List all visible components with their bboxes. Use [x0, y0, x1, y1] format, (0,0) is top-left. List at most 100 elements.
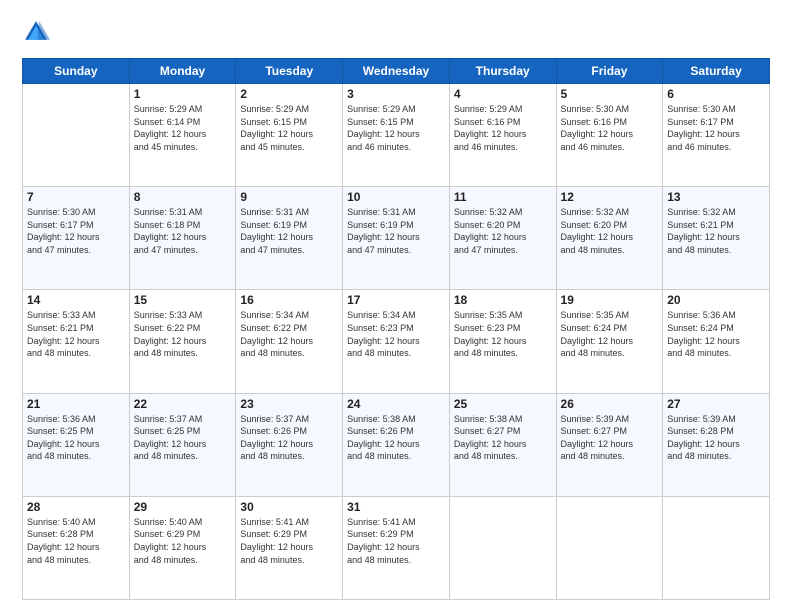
day-number: 17: [347, 293, 445, 307]
day-number: 3: [347, 87, 445, 101]
calendar-cell: 6 Sunrise: 5:30 AM Sunset: 6:17 PM Daylig…: [663, 84, 770, 187]
calendar-header-wednesday: Wednesday: [343, 59, 450, 84]
calendar-cell: 20 Sunrise: 5:36 AM Sunset: 6:24 PM Dayli…: [663, 290, 770, 393]
day-info: Sunrise: 5:32 AM Sunset: 6:21 PM Dayligh…: [667, 206, 765, 256]
day-info: Sunrise: 5:35 AM Sunset: 6:23 PM Dayligh…: [454, 309, 552, 359]
day-info: Sunrise: 5:33 AM Sunset: 6:21 PM Dayligh…: [27, 309, 125, 359]
day-info: Sunrise: 5:39 AM Sunset: 6:28 PM Dayligh…: [667, 413, 765, 463]
calendar-week-row: 21Sunrise: 5:36 AM Sunset: 6:25 PM Dayli…: [23, 393, 770, 496]
calendar-cell: 2 Sunrise: 5:29 AM Sunset: 6:15 PM Daylig…: [236, 84, 343, 187]
day-number: 18: [454, 293, 552, 307]
calendar-cell: 16 Sunrise: 5:34 AM Sunset: 6:22 PM Dayli…: [236, 290, 343, 393]
calendar-cell: 24 Sunrise: 5:38 AM Sunset: 6:26 PM Dayli…: [343, 393, 450, 496]
calendar-cell: [663, 496, 770, 599]
calendar-cell: 10Sunrise: 5:31 AM Sunset: 6:19 PM Dayli…: [343, 187, 450, 290]
calendar-cell: 9 Sunrise: 5:31 AM Sunset: 6:19 PM Daylig…: [236, 187, 343, 290]
day-number: 6: [667, 87, 765, 101]
calendar-table: SundayMondayTuesdayWednesdayThursdayFrid…: [22, 58, 770, 600]
day-info: Sunrise: 5:29 AM Sunset: 6:15 PM Dayligh…: [240, 103, 338, 153]
day-number: 10: [347, 190, 445, 204]
calendar-cell: 1 Sunrise: 5:29 AM Sunset: 6:14 PM Daylig…: [129, 84, 236, 187]
day-number: 12: [561, 190, 659, 204]
day-info: Sunrise: 5:32 AM Sunset: 6:20 PM Dayligh…: [454, 206, 552, 256]
calendar-cell: 17Sunrise: 5:34 AM Sunset: 6:23 PM Dayli…: [343, 290, 450, 393]
day-info: Sunrise: 5:34 AM Sunset: 6:22 PM Dayligh…: [240, 309, 338, 359]
calendar-cell: 26Sunrise: 5:39 AM Sunset: 6:27 PM Dayli…: [556, 393, 663, 496]
logo-icon: [22, 18, 50, 46]
day-number: 16: [240, 293, 338, 307]
day-info: Sunrise: 5:29 AM Sunset: 6:14 PM Dayligh…: [134, 103, 232, 153]
day-number: 5: [561, 87, 659, 101]
day-number: 13: [667, 190, 765, 204]
day-number: 22: [134, 397, 232, 411]
calendar-cell: 12 Sunrise: 5:32 AM Sunset: 6:20 PM Dayli…: [556, 187, 663, 290]
day-info: Sunrise: 5:29 AM Sunset: 6:16 PM Dayligh…: [454, 103, 552, 153]
calendar-header-row: SundayMondayTuesdayWednesdayThursdayFrid…: [23, 59, 770, 84]
calendar-cell: 14 Sunrise: 5:33 AM Sunset: 6:21 PM Dayli…: [23, 290, 130, 393]
day-info: Sunrise: 5:38 AM Sunset: 6:27 PM Dayligh…: [454, 413, 552, 463]
day-number: 1: [134, 87, 232, 101]
day-info: Sunrise: 5:32 AM Sunset: 6:20 PM Dayligh…: [561, 206, 659, 256]
day-number: 27: [667, 397, 765, 411]
day-number: 8: [134, 190, 232, 204]
day-number: 23: [240, 397, 338, 411]
calendar-cell: 4 Sunrise: 5:29 AM Sunset: 6:16 PM Daylig…: [449, 84, 556, 187]
calendar-cell: 5Sunrise: 5:30 AM Sunset: 6:16 PM Daylig…: [556, 84, 663, 187]
calendar-week-row: 7 Sunrise: 5:30 AM Sunset: 6:17 PM Daylig…: [23, 187, 770, 290]
calendar-header-monday: Monday: [129, 59, 236, 84]
day-info: Sunrise: 5:38 AM Sunset: 6:26 PM Dayligh…: [347, 413, 445, 463]
calendar-cell: 29Sunrise: 5:40 AM Sunset: 6:29 PM Dayli…: [129, 496, 236, 599]
calendar-header-thursday: Thursday: [449, 59, 556, 84]
calendar-week-row: 28 Sunrise: 5:40 AM Sunset: 6:28 PM Dayli…: [23, 496, 770, 599]
day-info: Sunrise: 5:31 AM Sunset: 6:18 PM Dayligh…: [134, 206, 232, 256]
day-info: Sunrise: 5:40 AM Sunset: 6:29 PM Dayligh…: [134, 516, 232, 566]
day-info: Sunrise: 5:39 AM Sunset: 6:27 PM Dayligh…: [561, 413, 659, 463]
calendar-header-friday: Friday: [556, 59, 663, 84]
day-info: Sunrise: 5:36 AM Sunset: 6:24 PM Dayligh…: [667, 309, 765, 359]
calendar-cell: 11 Sunrise: 5:32 AM Sunset: 6:20 PM Dayli…: [449, 187, 556, 290]
day-info: Sunrise: 5:33 AM Sunset: 6:22 PM Dayligh…: [134, 309, 232, 359]
day-number: 30: [240, 500, 338, 514]
day-number: 4: [454, 87, 552, 101]
day-number: 28: [27, 500, 125, 514]
calendar-cell: 13 Sunrise: 5:32 AM Sunset: 6:21 PM Dayli…: [663, 187, 770, 290]
day-number: 11: [454, 190, 552, 204]
day-number: 2: [240, 87, 338, 101]
day-info: Sunrise: 5:37 AM Sunset: 6:25 PM Dayligh…: [134, 413, 232, 463]
calendar-cell: 27 Sunrise: 5:39 AM Sunset: 6:28 PM Dayli…: [663, 393, 770, 496]
calendar-cell: 3 Sunrise: 5:29 AM Sunset: 6:15 PM Daylig…: [343, 84, 450, 187]
calendar-cell: 8 Sunrise: 5:31 AM Sunset: 6:18 PM Daylig…: [129, 187, 236, 290]
calendar-week-row: 14 Sunrise: 5:33 AM Sunset: 6:21 PM Dayli…: [23, 290, 770, 393]
calendar-header-saturday: Saturday: [663, 59, 770, 84]
calendar-cell: 15Sunrise: 5:33 AM Sunset: 6:22 PM Dayli…: [129, 290, 236, 393]
day-info: Sunrise: 5:31 AM Sunset: 6:19 PM Dayligh…: [240, 206, 338, 256]
day-info: Sunrise: 5:29 AM Sunset: 6:15 PM Dayligh…: [347, 103, 445, 153]
day-number: 24: [347, 397, 445, 411]
day-number: 14: [27, 293, 125, 307]
day-number: 20: [667, 293, 765, 307]
day-info: Sunrise: 5:40 AM Sunset: 6:28 PM Dayligh…: [27, 516, 125, 566]
calendar-cell: 19 Sunrise: 5:35 AM Sunset: 6:24 PM Dayli…: [556, 290, 663, 393]
calendar-cell: [23, 84, 130, 187]
calendar-cell: 7 Sunrise: 5:30 AM Sunset: 6:17 PM Daylig…: [23, 187, 130, 290]
calendar-cell: 30 Sunrise: 5:41 AM Sunset: 6:29 PM Dayli…: [236, 496, 343, 599]
day-number: 9: [240, 190, 338, 204]
calendar-cell: [449, 496, 556, 599]
day-number: 19: [561, 293, 659, 307]
day-number: 7: [27, 190, 125, 204]
calendar-cell: 25 Sunrise: 5:38 AM Sunset: 6:27 PM Dayli…: [449, 393, 556, 496]
day-info: Sunrise: 5:30 AM Sunset: 6:17 PM Dayligh…: [27, 206, 125, 256]
day-info: Sunrise: 5:36 AM Sunset: 6:25 PM Dayligh…: [27, 413, 125, 463]
day-info: Sunrise: 5:41 AM Sunset: 6:29 PM Dayligh…: [347, 516, 445, 566]
day-info: Sunrise: 5:30 AM Sunset: 6:17 PM Dayligh…: [667, 103, 765, 153]
logo: [22, 18, 54, 46]
calendar-cell: 23Sunrise: 5:37 AM Sunset: 6:26 PM Dayli…: [236, 393, 343, 496]
calendar-week-row: 1 Sunrise: 5:29 AM Sunset: 6:14 PM Daylig…: [23, 84, 770, 187]
day-info: Sunrise: 5:35 AM Sunset: 6:24 PM Dayligh…: [561, 309, 659, 359]
day-info: Sunrise: 5:41 AM Sunset: 6:29 PM Dayligh…: [240, 516, 338, 566]
calendar-header-sunday: Sunday: [23, 59, 130, 84]
day-number: 31: [347, 500, 445, 514]
calendar-cell: 31 Sunrise: 5:41 AM Sunset: 6:29 PM Dayli…: [343, 496, 450, 599]
day-number: 25: [454, 397, 552, 411]
calendar-cell: [556, 496, 663, 599]
